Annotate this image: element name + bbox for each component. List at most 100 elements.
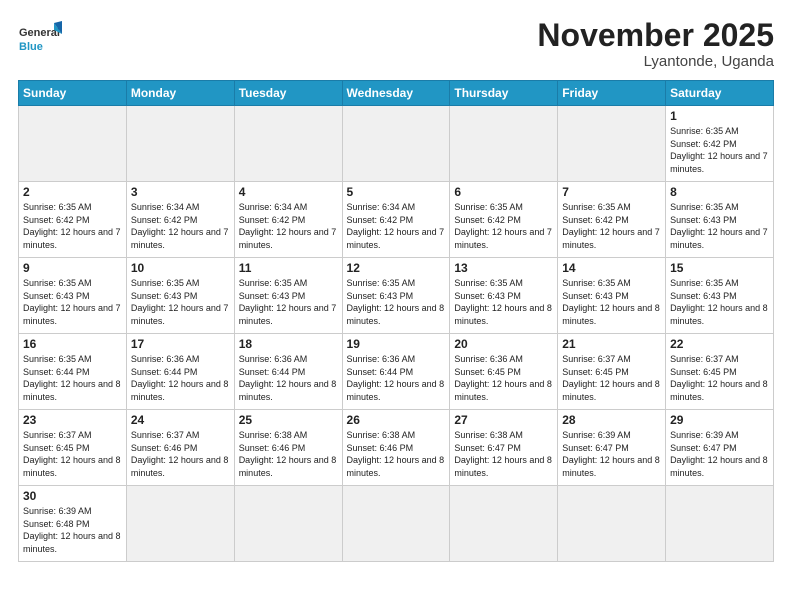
- header-saturday: Saturday: [666, 81, 774, 106]
- day-number: 15: [670, 261, 769, 275]
- day-number: 26: [347, 413, 446, 427]
- day-number: 9: [23, 261, 122, 275]
- cell-info: Sunrise: 6:35 AM Sunset: 6:44 PM Dayligh…: [23, 353, 122, 403]
- calendar-cell: [342, 486, 450, 562]
- calendar-cell: 29 Sunrise: 6:39 AM Sunset: 6:47 PM Dayli…: [666, 410, 774, 486]
- calendar-cell: 2 Sunrise: 6:35 AM Sunset: 6:42 PM Daylig…: [19, 182, 127, 258]
- calendar-cell: 11Sunrise: 6:35 AM Sunset: 6:43 PM Dayli…: [234, 258, 342, 334]
- header-friday: Friday: [558, 81, 666, 106]
- calendar-cell: [450, 106, 558, 182]
- day-number: 16: [23, 337, 122, 351]
- day-number: 23: [23, 413, 122, 427]
- cell-info: Sunrise: 6:37 AM Sunset: 6:46 PM Dayligh…: [131, 429, 230, 479]
- svg-text:General: General: [19, 27, 60, 39]
- day-number: 29: [670, 413, 769, 427]
- day-number: 22: [670, 337, 769, 351]
- day-number: 27: [454, 413, 553, 427]
- calendar-cell: 14 Sunrise: 6:35 AM Sunset: 6:43 PM Dayli…: [558, 258, 666, 334]
- cell-info: Sunrise: 6:37 AM Sunset: 6:45 PM Dayligh…: [562, 353, 661, 403]
- calendar-cell: 3 Sunrise: 6:34 AM Sunset: 6:42 PM Daylig…: [126, 182, 234, 258]
- day-number: 30: [23, 489, 122, 503]
- calendar-cell: [126, 106, 234, 182]
- calendar-cell: 28 Sunrise: 6:39 AM Sunset: 6:47 PM Dayli…: [558, 410, 666, 486]
- calendar-cell: 21Sunrise: 6:37 AM Sunset: 6:45 PM Dayli…: [558, 334, 666, 410]
- cell-info: Sunrise: 6:36 AM Sunset: 6:44 PM Dayligh…: [131, 353, 230, 403]
- calendar-cell: 27 Sunrise: 6:38 AM Sunset: 6:47 PM Dayli…: [450, 410, 558, 486]
- header-wednesday: Wednesday: [342, 81, 450, 106]
- cell-info: Sunrise: 6:35 AM Sunset: 6:43 PM Dayligh…: [670, 277, 769, 327]
- calendar-cell: 12 Sunrise: 6:35 AM Sunset: 6:43 PM Dayli…: [342, 258, 450, 334]
- cell-info: Sunrise: 6:38 AM Sunset: 6:47 PM Dayligh…: [454, 429, 553, 479]
- cell-info: Sunrise: 6:35 AM Sunset: 6:43 PM Dayligh…: [670, 201, 769, 251]
- calendar-cell: 5Sunrise: 6:34 AM Sunset: 6:42 PM Daylig…: [342, 182, 450, 258]
- cell-info: Sunrise: 6:39 AM Sunset: 6:47 PM Dayligh…: [562, 429, 661, 479]
- cell-info: Sunrise: 6:34 AM Sunset: 6:42 PM Dayligh…: [347, 201, 446, 251]
- calendar-cell: 4 Sunrise: 6:34 AM Sunset: 6:42 PM Daylig…: [234, 182, 342, 258]
- calendar-cell: [558, 486, 666, 562]
- cell-info: Sunrise: 6:39 AM Sunset: 6:47 PM Dayligh…: [670, 429, 769, 479]
- cell-info: Sunrise: 6:35 AM Sunset: 6:43 PM Dayligh…: [454, 277, 553, 327]
- calendar-header-row: SundayMondayTuesdayWednesdayThursdayFrid…: [19, 81, 774, 106]
- day-number: 7: [562, 185, 661, 199]
- cell-info: Sunrise: 6:35 AM Sunset: 6:43 PM Dayligh…: [239, 277, 338, 327]
- cell-info: Sunrise: 6:35 AM Sunset: 6:43 PM Dayligh…: [23, 277, 122, 327]
- calendar-cell: 30 Sunrise: 6:39 AM Sunset: 6:48 PM Dayli…: [19, 486, 127, 562]
- calendar-cell: 9 Sunrise: 6:35 AM Sunset: 6:43 PM Daylig…: [19, 258, 127, 334]
- calendar-cell: [558, 106, 666, 182]
- logo: General Blue: [18, 18, 62, 62]
- header-tuesday: Tuesday: [234, 81, 342, 106]
- day-number: 6: [454, 185, 553, 199]
- day-number: 13: [454, 261, 553, 275]
- day-number: 3: [131, 185, 230, 199]
- header-sunday: Sunday: [19, 81, 127, 106]
- calendar-cell: 17 Sunrise: 6:36 AM Sunset: 6:44 PM Dayli…: [126, 334, 234, 410]
- title-block: November 2025 Lyantonde, Uganda: [537, 18, 774, 70]
- cell-info: Sunrise: 6:35 AM Sunset: 6:43 PM Dayligh…: [347, 277, 446, 327]
- cell-info: Sunrise: 6:36 AM Sunset: 6:45 PM Dayligh…: [454, 353, 553, 403]
- day-number: 4: [239, 185, 338, 199]
- calendar-cell: 10Sunrise: 6:35 AM Sunset: 6:43 PM Dayli…: [126, 258, 234, 334]
- cell-info: Sunrise: 6:38 AM Sunset: 6:46 PM Dayligh…: [347, 429, 446, 479]
- header-monday: Monday: [126, 81, 234, 106]
- logo-svg: General Blue: [18, 18, 62, 62]
- calendar-cell: 7 Sunrise: 6:35 AM Sunset: 6:42 PM Daylig…: [558, 182, 666, 258]
- day-number: 24: [131, 413, 230, 427]
- day-number: 17: [131, 337, 230, 351]
- day-number: 18: [239, 337, 338, 351]
- calendar-cell: 25Sunrise: 6:38 AM Sunset: 6:46 PM Dayli…: [234, 410, 342, 486]
- month-title: November 2025: [537, 18, 774, 53]
- cell-info: Sunrise: 6:35 AM Sunset: 6:42 PM Dayligh…: [23, 201, 122, 251]
- location: Lyantonde, Uganda: [537, 53, 774, 70]
- cell-info: Sunrise: 6:39 AM Sunset: 6:48 PM Dayligh…: [23, 505, 122, 555]
- day-number: 2: [23, 185, 122, 199]
- calendar-cell: 18 Sunrise: 6:36 AM Sunset: 6:44 PM Dayli…: [234, 334, 342, 410]
- day-number: 8: [670, 185, 769, 199]
- calendar-cell: [126, 486, 234, 562]
- calendar-cell: [666, 486, 774, 562]
- cell-info: Sunrise: 6:35 AM Sunset: 6:42 PM Dayligh…: [562, 201, 661, 251]
- header: General Blue November 2025 Lyantonde, Ug…: [18, 18, 774, 70]
- day-number: 28: [562, 413, 661, 427]
- cell-info: Sunrise: 6:37 AM Sunset: 6:45 PM Dayligh…: [670, 353, 769, 403]
- calendar-cell: 13 Sunrise: 6:35 AM Sunset: 6:43 PM Dayli…: [450, 258, 558, 334]
- day-number: 14: [562, 261, 661, 275]
- day-number: 1: [670, 109, 769, 123]
- calendar-cell: [234, 106, 342, 182]
- page: General Blue November 2025 Lyantonde, Ug…: [0, 0, 792, 612]
- day-number: 10: [131, 261, 230, 275]
- cell-info: Sunrise: 6:37 AM Sunset: 6:45 PM Dayligh…: [23, 429, 122, 479]
- calendar-cell: [234, 486, 342, 562]
- header-thursday: Thursday: [450, 81, 558, 106]
- calendar-cell: 1 Sunrise: 6:35 AM Sunset: 6:42 PM Daylig…: [666, 106, 774, 182]
- cell-info: Sunrise: 6:36 AM Sunset: 6:44 PM Dayligh…: [239, 353, 338, 403]
- calendar-cell: 23 Sunrise: 6:37 AM Sunset: 6:45 PM Dayli…: [19, 410, 127, 486]
- calendar-cell: 15 Sunrise: 6:35 AM Sunset: 6:43 PM Dayli…: [666, 258, 774, 334]
- cell-info: Sunrise: 6:35 AM Sunset: 6:42 PM Dayligh…: [670, 125, 769, 175]
- day-number: 12: [347, 261, 446, 275]
- calendar-cell: [19, 106, 127, 182]
- cell-info: Sunrise: 6:34 AM Sunset: 6:42 PM Dayligh…: [131, 201, 230, 251]
- calendar-cell: [450, 486, 558, 562]
- cell-info: Sunrise: 6:34 AM Sunset: 6:42 PM Dayligh…: [239, 201, 338, 251]
- day-number: 25: [239, 413, 338, 427]
- cell-info: Sunrise: 6:35 AM Sunset: 6:43 PM Dayligh…: [562, 277, 661, 327]
